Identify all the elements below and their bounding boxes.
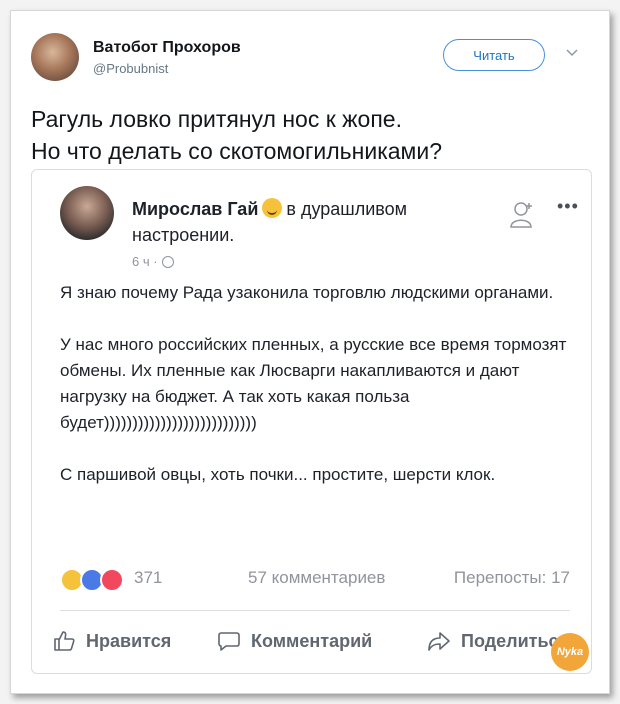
tweet-text: Рагуль ловко притянул нос к жопе. Но что… (31, 103, 591, 167)
embedded-facebook-post: Мирослав Гай в дурашливом настроении. 6 ч… (31, 169, 592, 674)
fb-mood-text: в дурашливом (286, 199, 408, 219)
fb-paragraph: У нас много российских пленных, а русски… (60, 335, 567, 432)
comment-bubble-icon (218, 632, 240, 651)
share-button[interactable]: Поделиться (427, 624, 569, 658)
fb-post-time[interactable]: 6 ч · (132, 254, 158, 269)
comments-count[interactable]: 57 комментариев (248, 568, 385, 588)
fb-author-avatar[interactable] (60, 186, 114, 240)
chevron-down-icon[interactable] (565, 45, 579, 59)
divider (60, 610, 570, 611)
thumbs-up-icon (54, 631, 75, 651)
fb-post-stats: 371 57 комментариев Перепосты: 17 (60, 564, 570, 596)
fb-paragraph: С паршивой овцы, хоть почки... простите,… (60, 465, 496, 484)
fb-mood-text-cont: настроении. (132, 225, 235, 245)
comment-label: Комментарий (251, 630, 373, 651)
tweet-header: Ватобот Прохоров @Probubnist Читать (31, 33, 589, 83)
shares-count[interactable]: Перепосты: 17 (454, 568, 570, 588)
watermark-logo: Nyka (551, 633, 589, 671)
like-label: Нравится (86, 630, 172, 651)
fb-paragraph: Я знаю почему Рада узаконила торговлю лю… (60, 283, 554, 302)
fb-action-bar: Нравится Комментарий Поделиться (52, 624, 582, 658)
reaction-count[interactable]: 371 (134, 568, 162, 588)
share-arrow-icon (428, 632, 450, 651)
fb-post-body: Я знаю почему Рада узаконила торговлю лю… (60, 280, 570, 514)
follow-button[interactable]: Читать (443, 39, 545, 71)
screenshot-frame: Ватобот Прохоров @Probubnist Читать Рагу… (10, 10, 610, 694)
globe-icon (161, 255, 174, 268)
tweet-author-name[interactable]: Ватобот Прохоров (93, 39, 241, 57)
add-friend-icon[interactable] (510, 200, 536, 230)
love-reaction-icon (100, 568, 124, 592)
comment-button[interactable]: Комментарий (217, 624, 372, 658)
tweet-author-avatar[interactable] (31, 33, 79, 81)
tweet-text-line: Рагуль ловко притянул нос к жопе. (31, 106, 402, 132)
reactions-summary[interactable] (60, 568, 124, 592)
fb-post-meta: 6 ч · (132, 254, 174, 269)
like-button[interactable]: Нравится (52, 624, 171, 658)
fb-author-name[interactable]: Мирослав Гай (132, 199, 258, 219)
tweet-text-line: Но что делать со скотомогильниками? (31, 138, 443, 164)
fb-author-line: Мирослав Гай в дурашливом (132, 198, 407, 220)
tweet-author-handle[interactable]: @Probubnist (93, 61, 168, 76)
more-options-icon[interactable]: ••• (557, 196, 579, 217)
silly-face-emoji-icon (262, 198, 283, 218)
